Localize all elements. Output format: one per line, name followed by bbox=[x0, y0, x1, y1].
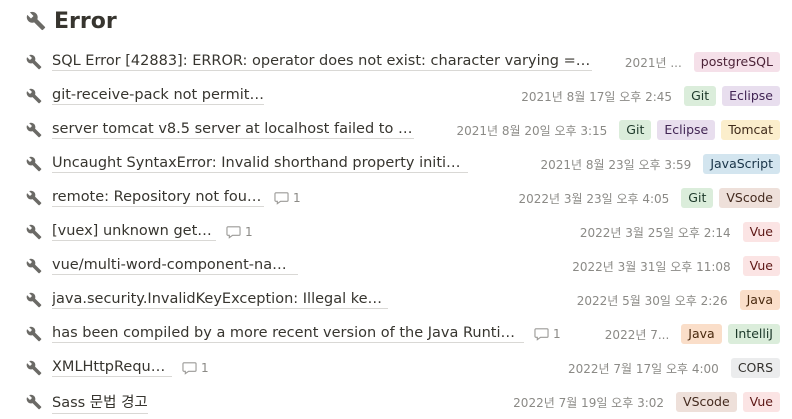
wrench-icon bbox=[26, 258, 42, 274]
table-row[interactable]: has been compiled by a more recent versi… bbox=[0, 317, 792, 351]
tag-badge[interactable]: Git bbox=[684, 86, 717, 106]
row-date: 2021년 8월 23일 오후 3:59 bbox=[540, 157, 692, 172]
row-meta: 2022년 3월 25일 오후 2:14 Vue bbox=[580, 215, 780, 249]
row-meta: 2021년 8월 17일 오후 2:45 Git Eclipse bbox=[521, 79, 780, 113]
page-title: Error bbox=[54, 8, 117, 34]
row-date: 2022년 3월 25일 오후 2:14 bbox=[579, 225, 731, 240]
row-title-link[interactable]: [vuex] unknown getter: bbox=[52, 223, 216, 241]
row-date: 2022년 5월 30일 오후 2:26 bbox=[576, 293, 728, 308]
comment-count[interactable]: 1 bbox=[226, 225, 253, 239]
row-left: [vuex] unknown getter: 1 bbox=[52, 215, 253, 249]
table-row[interactable]: server tomcat v8.5 server at localhost f… bbox=[0, 113, 792, 147]
row-left: remote: Repository not found. 1 bbox=[52, 181, 301, 215]
row-meta: 2022년 3월 23일 오후 4:05 Git VScode bbox=[518, 181, 780, 215]
wrench-icon bbox=[26, 122, 42, 138]
tag-badge[interactable]: IntelliJ bbox=[727, 324, 780, 344]
row-title-link[interactable]: java.security.InvalidKeyException: Illeg… bbox=[52, 291, 388, 309]
table-row[interactable]: Uncaught SyntaxError: Invalid shorthand … bbox=[0, 147, 792, 181]
tag-badge[interactable]: Git bbox=[619, 120, 652, 140]
row-date: 2021년 8월 20일 오후 3:15 bbox=[456, 123, 608, 138]
table-row[interactable]: remote: Repository not found. 1 2022년 3월… bbox=[0, 181, 792, 215]
row-left: Sass 문법 경고 bbox=[52, 385, 148, 419]
comment-count-value: 1 bbox=[553, 327, 561, 341]
row-date: 2022년 3월 31일 오후 11:08 bbox=[572, 259, 731, 274]
row-title-link[interactable]: remote: Repository not found. bbox=[52, 189, 264, 207]
tag-badge[interactable]: Java bbox=[739, 290, 780, 310]
row-title-link[interactable]: XMLHttpRequest bbox=[52, 359, 172, 377]
tag-badge[interactable]: Eclipse bbox=[657, 120, 716, 140]
wrench-icon bbox=[26, 11, 46, 31]
table-row[interactable]: java.security.InvalidKeyException: Illeg… bbox=[0, 283, 792, 317]
table-row[interactable]: Sass 문법 경고 2022년 7월 19일 오후 3:02 VScode Vue bbox=[0, 385, 792, 419]
row-title-link[interactable]: vue/multi-word-component-names bbox=[52, 257, 298, 275]
comment-icon bbox=[226, 226, 241, 239]
wrench-icon bbox=[26, 190, 42, 206]
tag-badge[interactable]: JavaScript bbox=[703, 154, 780, 174]
tag-badge[interactable]: VScode bbox=[676, 392, 737, 412]
comment-count[interactable]: 1 bbox=[182, 361, 209, 375]
comment-count-value: 1 bbox=[201, 361, 209, 375]
row-left: has been compiled by a more recent versi… bbox=[52, 317, 561, 351]
row-left: SQL Error [42883]: ERROR: operator does … bbox=[52, 45, 592, 79]
comment-count-value: 1 bbox=[293, 191, 301, 205]
tag-badge[interactable]: Vue bbox=[742, 256, 780, 276]
page-header: Error bbox=[26, 6, 117, 36]
row-date: 2022년 7월 17일 오후 4:00 bbox=[567, 361, 719, 376]
wrench-icon bbox=[26, 360, 42, 376]
comment-icon bbox=[182, 362, 197, 375]
row-left: git-receive-pack not permitted bbox=[52, 79, 264, 113]
wrench-icon bbox=[26, 224, 42, 240]
wrench-icon bbox=[26, 88, 42, 104]
row-left: java.security.InvalidKeyException: Illeg… bbox=[52, 283, 388, 317]
row-title-link[interactable]: SQL Error [42883]: ERROR: operator does … bbox=[52, 53, 592, 71]
tag-badge[interactable]: CORS bbox=[730, 358, 780, 378]
row-date: 2021년 ... bbox=[624, 55, 682, 70]
tag-badge[interactable]: VScode bbox=[719, 188, 780, 208]
table-row[interactable]: XMLHttpRequest 1 2022년 7월 17일 오후 4:00 COR… bbox=[0, 351, 792, 385]
row-left: server tomcat v8.5 server at localhost f… bbox=[52, 113, 414, 147]
row-title-link[interactable]: has been compiled by a more recent versi… bbox=[52, 325, 524, 343]
comment-count-value: 1 bbox=[245, 225, 253, 239]
row-meta: 2021년 8월 20일 오후 3:15 Git Eclipse Tomcat bbox=[456, 113, 780, 147]
row-meta: 2022년 7월 19일 오후 3:02 VScode Vue bbox=[513, 385, 780, 419]
tag-badge[interactable]: Git bbox=[681, 188, 714, 208]
tag-badge[interactable]: Eclipse bbox=[722, 86, 780, 106]
table-row[interactable]: SQL Error [42883]: ERROR: operator does … bbox=[0, 45, 792, 79]
comment-icon bbox=[534, 328, 549, 341]
table-row[interactable]: [vuex] unknown getter: 1 2022년 3월 25일 오후… bbox=[0, 215, 792, 249]
row-meta: 2022년 7월 17일 오후 4:00 CORS bbox=[568, 351, 780, 385]
table-row[interactable]: vue/multi-word-component-names 2022년 3월 … bbox=[0, 249, 792, 283]
row-date: 2022년 3월 23일 오후 4:05 bbox=[518, 191, 670, 206]
table-row[interactable]: git-receive-pack not permitted 2021년 8월 … bbox=[0, 79, 792, 113]
tag-badge[interactable]: Java bbox=[681, 324, 722, 344]
row-date: 2021년 8월 17일 오후 2:45 bbox=[521, 89, 673, 104]
error-list: SQL Error [42883]: ERROR: operator does … bbox=[0, 45, 792, 419]
row-date: 2022년 7... bbox=[604, 327, 670, 342]
tag-badge[interactable]: Tomcat bbox=[721, 120, 780, 140]
row-title-link[interactable]: git-receive-pack not permitted bbox=[52, 87, 264, 105]
wrench-icon bbox=[26, 394, 42, 410]
tag-badge[interactable]: postgreSQL bbox=[693, 52, 780, 72]
row-meta: 2022년 5월 30일 오후 2:26 Java bbox=[577, 283, 780, 317]
wrench-icon bbox=[26, 156, 42, 172]
row-meta: 2021년 8월 23일 오후 3:59 JavaScript bbox=[540, 147, 780, 181]
row-meta: 2022년 3월 31일 오후 11:08 Vue bbox=[572, 249, 780, 283]
row-date: 2022년 7월 19일 오후 3:02 bbox=[513, 395, 665, 410]
row-left: vue/multi-word-component-names bbox=[52, 249, 298, 283]
comment-count[interactable]: 1 bbox=[274, 191, 301, 205]
row-title-link[interactable]: Sass 문법 경고 bbox=[52, 391, 148, 414]
row-title-link[interactable]: Uncaught SyntaxError: Invalid shorthand … bbox=[52, 155, 468, 173]
row-meta: 2021년 ... postgreSQL bbox=[625, 45, 780, 79]
wrench-icon bbox=[26, 326, 42, 342]
row-title-link[interactable]: server tomcat v8.5 server at localhost f… bbox=[52, 121, 414, 139]
row-left: XMLHttpRequest 1 bbox=[52, 351, 209, 385]
comment-icon bbox=[274, 192, 289, 205]
row-meta: 2022년 7... Java IntelliJ bbox=[605, 317, 780, 351]
wrench-icon bbox=[26, 292, 42, 308]
tag-badge[interactable]: Vue bbox=[742, 392, 780, 412]
wrench-icon bbox=[26, 54, 42, 70]
comment-count[interactable]: 1 bbox=[534, 327, 561, 341]
tag-badge[interactable]: Vue bbox=[742, 222, 780, 242]
row-left: Uncaught SyntaxError: Invalid shorthand … bbox=[52, 147, 468, 181]
